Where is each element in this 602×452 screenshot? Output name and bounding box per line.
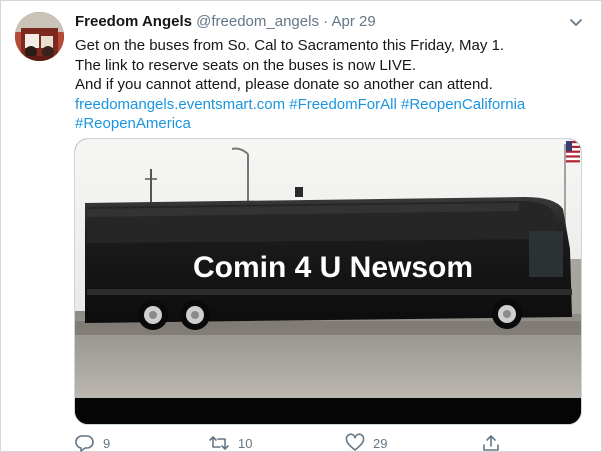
reply-button[interactable]: 9 xyxy=(75,433,110,452)
media-overlay-text: Comin 4 U Newsom xyxy=(193,251,473,284)
hashtag-link[interactable]: #FreedomForAll xyxy=(289,96,397,113)
tweet-text-line: And if you cannot attend, please donate … xyxy=(75,76,493,93)
avatar[interactable] xyxy=(15,12,64,61)
tweet-card[interactable]: Freedom Angels @freedom_angels · Apr 29 … xyxy=(0,0,602,452)
bus-photo: Comin 4 U Newsom xyxy=(75,139,581,424)
handle[interactable]: @freedom_angels xyxy=(196,13,319,30)
tweet-links-line: freedomangels.eventsmart.com #FreedomFor… xyxy=(75,95,580,115)
hashtag-link[interactable]: #ReopenCalifornia xyxy=(401,96,525,113)
tweet-actions: 9 10 29 xyxy=(75,433,515,452)
tweet-text-line: The link to reserve seats on the buses i… xyxy=(75,56,417,74)
tweet-links-line: #ReopenAmerica xyxy=(75,114,580,134)
chevron-down-icon[interactable] xyxy=(567,13,585,31)
share-button[interactable] xyxy=(481,433,501,452)
hashtag-link[interactable]: #ReopenAmerica xyxy=(75,115,191,132)
tweet-text: Get on the buses from So. Cal to Sacrame… xyxy=(75,36,580,134)
reply-icon xyxy=(75,433,95,452)
tweet-text-line: Get on the buses from So. Cal to Sacrame… xyxy=(75,37,505,54)
like-button[interactable]: 29 xyxy=(345,433,387,452)
share-icon xyxy=(481,433,501,452)
heart-icon xyxy=(345,433,365,452)
url-link[interactable]: freedomangels.eventsmart.com xyxy=(75,96,285,113)
tweet-media[interactable]: Comin 4 U Newsom xyxy=(74,138,582,425)
avatar-image xyxy=(15,12,64,61)
separator-dot: · xyxy=(323,13,329,30)
retweet-button[interactable]: 10 xyxy=(208,433,252,452)
display-name[interactable]: Freedom Angels xyxy=(75,13,192,30)
tweet-date[interactable]: Apr 29 xyxy=(331,13,375,30)
reply-count: 9 xyxy=(103,436,111,451)
retweet-icon xyxy=(208,433,230,452)
like-count: 29 xyxy=(373,436,388,451)
retweet-count: 10 xyxy=(238,436,253,451)
tweet-header: Freedom Angels @freedom_angels · Apr 29 xyxy=(75,12,376,32)
